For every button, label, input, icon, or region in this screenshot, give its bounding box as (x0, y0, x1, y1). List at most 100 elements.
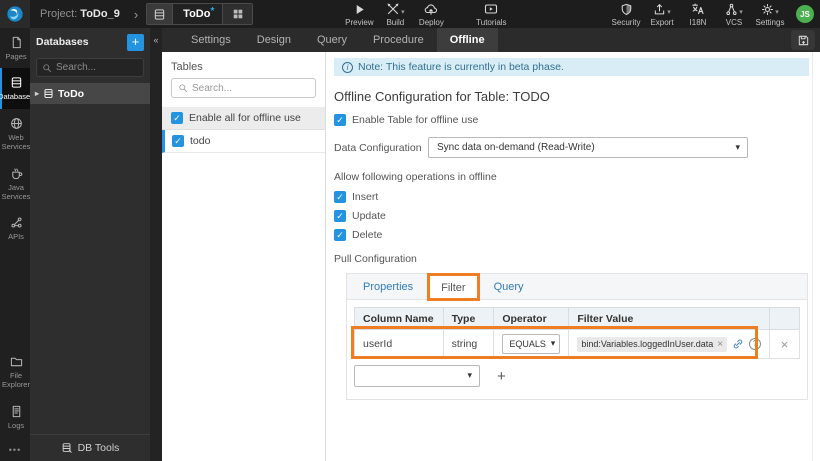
add-row-button[interactable]: + (497, 368, 506, 385)
rail-item-web-services[interactable]: Web Services (0, 109, 30, 159)
operation-delete-row: Delete (334, 229, 810, 241)
database-icon (44, 89, 53, 98)
entity-tab-todo[interactable]: ToDo* (146, 3, 254, 25)
tab-design[interactable]: Design (244, 28, 304, 52)
operations-group: Insert Update Delete (334, 191, 810, 241)
db-tools-button[interactable]: DB Tools (30, 434, 150, 461)
chip-clear-icon[interactable]: × (717, 339, 723, 350)
rail-item-logs[interactable]: Logs (0, 397, 30, 437)
more-options-ellipsis-icon[interactable]: ••• (0, 437, 30, 461)
db-tree-item-todo[interactable]: ▸ ToDo (30, 83, 150, 104)
pages-icon (10, 36, 23, 49)
filter-table-header-row: Column Name Type Operator Filter Value (354, 307, 800, 330)
settings-gear-icon: ▾ (761, 2, 779, 16)
save-button[interactable] (791, 30, 815, 50)
user-avatar[interactable]: JS (796, 5, 814, 23)
vcs-branch-icon: ▾ (725, 2, 743, 16)
enable-table-row: Enable Table for offline use (334, 114, 810, 126)
rail-item-java-services[interactable]: Java Services (0, 159, 30, 209)
file-explorer-folder-icon (10, 355, 23, 368)
database-icon (147, 4, 174, 24)
filter-tab-body: Column Name Type Operator Filter Value u… (347, 300, 807, 399)
deploy-cloud-icon (424, 2, 438, 16)
tutorials-button[interactable]: Tutorials (473, 2, 509, 27)
breadcrumb-chevron-icon: › (133, 6, 139, 22)
todo-checkbox[interactable] (172, 135, 184, 147)
table-row-todo[interactable]: todo (162, 130, 325, 153)
tab-procedure[interactable]: Procedure (360, 28, 437, 52)
cell-filter-value: bind:Variables.loggedInUser.data × ? (568, 329, 771, 359)
update-checkbox[interactable] (334, 210, 346, 222)
offline-workrow: Tables Enable all for offline use todo i (162, 52, 820, 461)
settings-button[interactable]: ▾ Settings (752, 2, 788, 27)
tab-offline[interactable]: Offline (436, 28, 498, 52)
deploy-button[interactable]: Deploy (413, 2, 449, 27)
rail-item-databases[interactable]: Databases (0, 68, 34, 109)
operation-update-row: Update (334, 210, 810, 222)
cell-type: string (442, 329, 495, 359)
pull-config-tabs: Properties Filter Query (347, 273, 807, 301)
tutorials-video-icon (484, 2, 498, 16)
web-services-globe-icon (10, 117, 23, 130)
add-filter-row: + (354, 365, 800, 387)
filter-row-userid: userId string EQUALS ▾ bind:Variables.lo… (354, 329, 800, 359)
cell-operator: EQUALS (493, 329, 570, 359)
header-type: Type (442, 307, 495, 330)
pull-tab-properties[interactable]: Properties (347, 274, 429, 299)
help-question-icon[interactable]: ? (749, 338, 762, 350)
bind-value-chip[interactable]: bind:Variables.loggedInUser.data × (577, 336, 728, 352)
rail-bottom-group: File Explorer Logs ••• (0, 347, 30, 461)
tables-search-input[interactable] (192, 82, 292, 94)
delete-checkbox[interactable] (334, 229, 346, 241)
info-icon: i (342, 61, 353, 73)
add-database-button[interactable]: + (127, 33, 144, 51)
data-configuration-row: Data Configuration Sync data on-demand (… (334, 137, 810, 158)
databases-search[interactable] (36, 58, 144, 77)
dashboard-grid-icon[interactable] (222, 4, 253, 24)
rail-item-pages[interactable]: Pages (0, 28, 30, 68)
i18n-button[interactable]: I18N (680, 2, 716, 27)
left-rail: Pages Databases Web Services Java Servic… (0, 28, 34, 461)
rail-item-apis[interactable]: APIs (0, 208, 30, 248)
new-column-select[interactable] (354, 365, 480, 387)
tab-settings[interactable]: Settings (178, 28, 244, 52)
topbar-tools-right: Security ▾ Export I18N ▾ VCS ▾ Settings … (608, 2, 814, 27)
tables-search[interactable] (171, 78, 316, 98)
operator-select[interactable]: EQUALS (502, 334, 561, 354)
search-icon (179, 84, 187, 92)
databases-icon (10, 76, 23, 89)
preview-play-icon (353, 2, 366, 16)
security-button[interactable]: Security (608, 2, 644, 27)
data-configuration-select[interactable]: Sync data on-demand (Read-Write) (428, 137, 748, 158)
collapse-panel-icon[interactable]: « (153, 35, 158, 461)
pull-configuration-label: Pull Configuration (334, 253, 417, 265)
insert-checkbox[interactable] (334, 191, 346, 203)
pull-tab-query[interactable]: Query (478, 274, 540, 299)
delete-filter-row-icon[interactable]: × (769, 329, 800, 359)
bind-link-icon[interactable] (732, 338, 744, 350)
enable-all-checkbox[interactable] (171, 112, 183, 124)
topbar: Project: ToDo_9 › ToDo* Preview ▾ Build D… (0, 0, 820, 28)
wavemaker-logo[interactable] (0, 0, 30, 28)
workspace: Settings Design Query Procedure Offline … (162, 28, 820, 461)
enable-table-checkbox[interactable] (334, 114, 346, 126)
preview-button[interactable]: Preview (341, 2, 377, 27)
topbar-tools-left: Preview ▾ Build Deploy Tutorials (341, 2, 509, 27)
databases-search-input[interactable] (56, 62, 126, 73)
cell-column-name: userId (354, 329, 444, 359)
vcs-button[interactable]: ▾ VCS (716, 2, 752, 27)
header-column-name: Column Name (354, 307, 444, 330)
pull-tab-filter[interactable]: Filter (427, 273, 481, 301)
i18n-translate-icon (691, 2, 705, 16)
enable-all-row[interactable]: Enable all for offline use (162, 107, 325, 130)
pull-configuration-panel: Properties Filter Query Column Name Type (346, 273, 808, 400)
build-button[interactable]: ▾ Build (377, 2, 413, 27)
search-icon (43, 63, 51, 72)
project-name: ToDo_9 (80, 8, 120, 20)
export-button[interactable]: ▾ Export (644, 2, 680, 27)
panel-collapse-strip: « (150, 28, 162, 461)
expand-arrow-icon[interactable]: ▸ (35, 89, 39, 98)
tab-query[interactable]: Query (304, 28, 360, 52)
operation-insert-row: Insert (334, 191, 810, 203)
rail-item-file-explorer[interactable]: File Explorer (0, 347, 30, 397)
